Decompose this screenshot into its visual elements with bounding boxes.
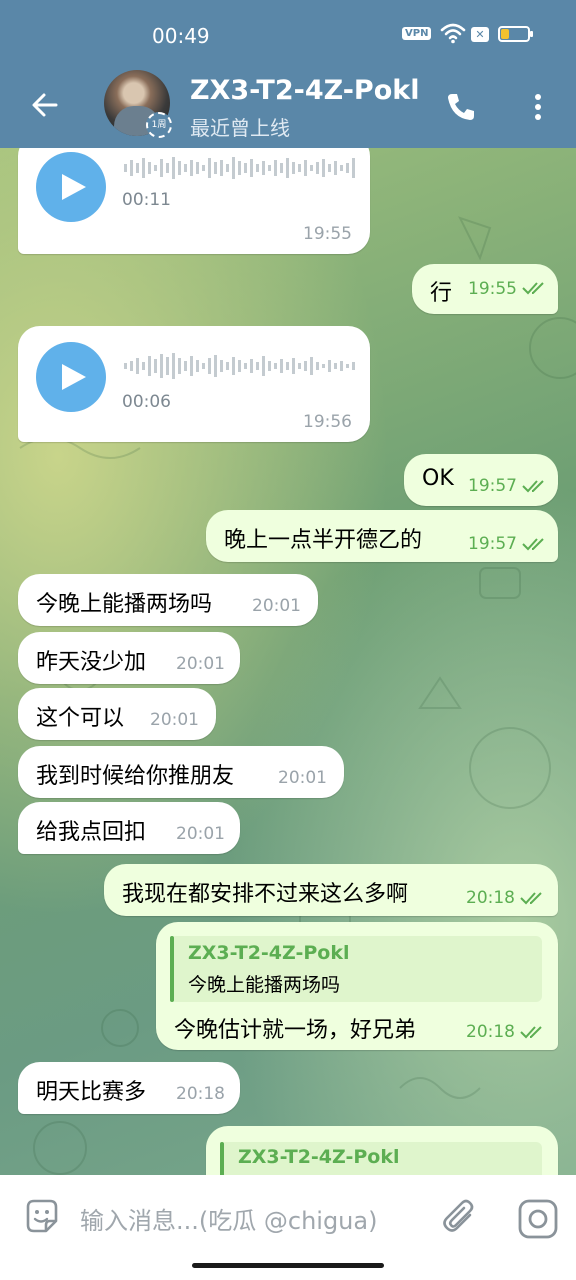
message-time: 20:01 xyxy=(252,596,301,616)
read-ticks-icon xyxy=(520,1026,542,1039)
camera-icon[interactable] xyxy=(516,1197,560,1241)
chat-area[interactable]: 00:11 19:55 行 19:55 00:06 19:56 OK 19:57… xyxy=(0,148,576,1175)
reply-quote: 今晚上能播两场吗 xyxy=(188,974,341,996)
home-indicator[interactable] xyxy=(192,1263,384,1268)
reply-author: ZX3-T2-4Z-Pokl xyxy=(188,942,350,964)
message-text: 行 xyxy=(430,281,453,306)
chat-title[interactable]: ZX3-T2-4Z-Pokl xyxy=(190,75,419,106)
message-time: 20:01 xyxy=(176,824,225,844)
message-time: 20:18 xyxy=(176,1084,225,1104)
message-time: 20:01 xyxy=(150,710,199,730)
sticker-icon[interactable] xyxy=(22,1197,62,1237)
no-sim-icon: ✕ xyxy=(471,27,489,42)
message-text: 明天比赛多 xyxy=(36,1080,147,1105)
play-button[interactable] xyxy=(36,152,106,222)
message-text: 今晚估计就一场，好兄弟 xyxy=(174,1018,417,1043)
message-time: 20:01 xyxy=(278,768,327,788)
message-text: 晚上一点半开德乙的 xyxy=(224,528,423,553)
message-time: 20:18 xyxy=(466,1022,515,1042)
message-time: 19:55 xyxy=(303,224,352,244)
reply-bar xyxy=(220,1142,224,1175)
play-icon xyxy=(62,364,86,390)
voice-message[interactable]: 00:11 19:55 xyxy=(18,148,370,254)
reply-bar xyxy=(170,936,174,1002)
message-input[interactable]: 输入消息...(吃瓜 @chigua) xyxy=(80,1201,377,1236)
incoming-message[interactable]: 明天比赛多 20:18 xyxy=(18,1062,240,1114)
message-composer: 输入消息...(吃瓜 @chigua) xyxy=(0,1175,576,1280)
read-ticks-icon xyxy=(522,538,544,551)
read-ticks-icon xyxy=(520,892,542,905)
reply-message[interactable]: ZX3-T2-4Z-Pokl xyxy=(206,1126,558,1175)
message-text: OK xyxy=(422,466,454,491)
wifi-icon xyxy=(440,23,466,44)
last-seen-badge: 1周 xyxy=(146,112,172,138)
reply-message[interactable]: ZX3-T2-4Z-Pokl 今晚上能播两场吗 今晚估计就一场，好兄弟 20:1… xyxy=(156,922,558,1050)
chat-status: 最近曾上线 xyxy=(190,116,290,140)
play-icon xyxy=(62,174,86,200)
waveform xyxy=(124,353,355,379)
incoming-message[interactable]: 今晚上能播两场吗 20:01 xyxy=(18,574,318,626)
incoming-message[interactable]: 我到时候给你推朋友 20:01 xyxy=(18,746,344,798)
message-text: 这个可以 xyxy=(36,706,125,731)
vpn-icon: VPN xyxy=(402,27,432,40)
message-text: 今晚上能播两场吗 xyxy=(36,592,213,617)
message-time: 20:18 xyxy=(466,888,515,908)
incoming-message[interactable]: 昨天没少加 20:01 xyxy=(18,632,240,684)
message-text: 我现在都安排不过来这么多啊 xyxy=(122,882,409,907)
back-arrow-icon[interactable] xyxy=(28,88,62,122)
phone-icon[interactable] xyxy=(444,90,478,124)
status-time: 00:49 xyxy=(152,24,210,48)
message-text: 昨天没少加 xyxy=(36,650,147,675)
voice-duration: 00:06 xyxy=(122,392,171,412)
message-text: 给我点回扣 xyxy=(36,820,147,845)
message-time: 19:55 xyxy=(468,279,517,299)
attach-icon[interactable] xyxy=(440,1197,480,1237)
message-text: 我到时候给你推朋友 xyxy=(36,764,235,789)
outgoing-message[interactable]: 晚上一点半开德乙的 19:57 xyxy=(206,510,558,562)
read-ticks-icon xyxy=(522,282,544,295)
voice-duration: 00:11 xyxy=(122,190,171,210)
incoming-message[interactable]: 这个可以 20:01 xyxy=(18,688,216,740)
outgoing-message[interactable]: 我现在都安排不过来这么多啊 20:18 xyxy=(104,864,558,916)
outgoing-message[interactable]: OK 19:57 xyxy=(404,454,558,506)
play-button[interactable] xyxy=(36,342,106,412)
battery-icon xyxy=(498,26,533,42)
message-time: 20:01 xyxy=(176,654,225,674)
message-time: 19:56 xyxy=(303,412,352,432)
message-time: 19:57 xyxy=(468,534,517,554)
message-time: 19:57 xyxy=(468,476,517,496)
status-bar: 00:49 VPN ✕ xyxy=(0,0,576,70)
voice-message[interactable]: 00:06 19:56 xyxy=(18,326,370,442)
outgoing-message[interactable]: 行 19:55 xyxy=(412,264,558,314)
read-ticks-icon xyxy=(522,480,544,493)
chat-header: 1周 ZX3-T2-4Z-Pokl 最近曾上线 xyxy=(0,70,576,148)
reply-author: ZX3-T2-4Z-Pokl xyxy=(238,1146,400,1168)
waveform xyxy=(124,157,355,179)
more-options-icon[interactable] xyxy=(528,90,548,124)
incoming-message[interactable]: 给我点回扣 20:01 xyxy=(18,802,240,854)
